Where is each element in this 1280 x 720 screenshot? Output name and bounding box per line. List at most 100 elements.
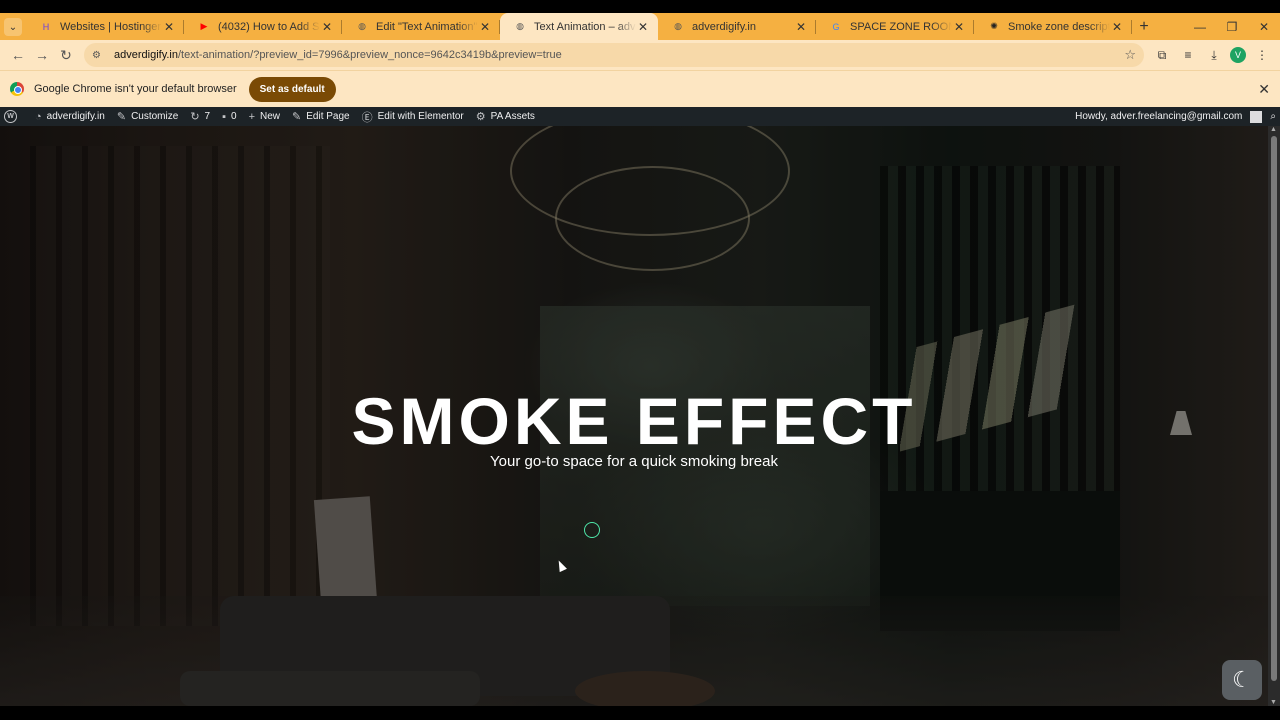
minimize-icon[interactable]: — bbox=[1184, 13, 1216, 40]
ab-edit-elementor[interactable]: Ⓔ Edit with Elementor bbox=[362, 109, 464, 125]
hostinger-icon: H bbox=[42, 21, 50, 32]
tab-3[interactable]: ◍ Text Animation – adverdigify.in✕ bbox=[500, 13, 658, 40]
ab-search-icon[interactable]: ⌕ bbox=[1270, 111, 1276, 122]
infobar-close-icon[interactable]: ✕ bbox=[1258, 81, 1270, 98]
tab-close-icon[interactable]: ✕ bbox=[794, 20, 808, 34]
ab-pa-assets-label: PA Assets bbox=[490, 111, 535, 122]
download-icon[interactable]: ⤓ bbox=[1204, 45, 1224, 65]
ab-site-name[interactable]: ◔ adverdigify.in bbox=[35, 111, 105, 123]
tab-strip: ⌄ H Websites | Hostinger ✕ ▶ (4032) How to A… bbox=[0, 13, 1280, 40]
url-host: adverdigify.in bbox=[114, 49, 178, 61]
ab-comments[interactable]: ▪ 0 bbox=[222, 111, 236, 123]
extensions-puzzle-icon[interactable]: ⧉ bbox=[1152, 45, 1172, 65]
wp-logo-menu[interactable]: W bbox=[4, 110, 23, 123]
tab-title: SPACE ZONE ROOM IMAGE - G bbox=[850, 20, 952, 33]
globe-icon: ◍ bbox=[516, 21, 524, 31]
wp-admin-bar: W ◔ adverdigify.in ✎ Customize ↻ 7 ▪ 0 + New … bbox=[0, 107, 1280, 126]
custom-cursor-ring bbox=[584, 522, 600, 538]
scroll-up-arrow-icon[interactable]: ▲ bbox=[1270, 126, 1277, 133]
ab-site-name-label: adverdigify.in bbox=[46, 111, 105, 122]
tab-title: adverdigify.in bbox=[692, 20, 756, 33]
dark-mode-moon-icon[interactable]: ☾ bbox=[1222, 660, 1262, 700]
page-scrollbar[interactable]: ▲ ▼ bbox=[1268, 126, 1280, 706]
ab-updates[interactable]: ↻ 7 bbox=[190, 110, 210, 123]
tab-4[interactable]: ◍ adverdigify.in ✕ bbox=[658, 13, 816, 40]
ab-edit-page-label: Edit Page bbox=[306, 111, 350, 122]
tab-title: Websites | Hostinger bbox=[60, 20, 162, 33]
ab-howdy[interactable]: Howdy, adver.freelancing@gmail.com bbox=[1075, 111, 1242, 122]
tab-5[interactable]: G SPACE ZONE ROOM IMAGE - G✕ bbox=[816, 13, 974, 40]
reload-icon[interactable]: ↻ bbox=[54, 43, 78, 67]
url-path: /text-animation/?preview_id=7996&preview… bbox=[178, 49, 562, 61]
hero-title: SMOKE EFFECT bbox=[351, 384, 917, 458]
ab-customize[interactable]: ✎ Customize bbox=[117, 110, 178, 123]
hero-section: SMOKE EFFECT Your go-to space for a quic… bbox=[0, 126, 1268, 706]
ab-pa-assets[interactable]: ⚙ PA Assets bbox=[476, 110, 535, 123]
ab-updates-count: 7 bbox=[204, 111, 211, 122]
tab-close-icon[interactable]: ✕ bbox=[1110, 20, 1124, 34]
window-controls: — ❐ ✕ bbox=[1184, 13, 1280, 40]
top-strip bbox=[0, 0, 1280, 13]
tab-title: (4032) How to Add Smoke Text bbox=[218, 20, 320, 33]
media-queue-icon[interactable]: ≡ bbox=[1178, 45, 1198, 65]
ab-edit-elementor-label: Edit with Elementor bbox=[377, 111, 464, 122]
ab-comments-count: 0 bbox=[231, 111, 237, 122]
forward-arrow-icon[interactable]: → bbox=[30, 43, 54, 67]
tabs-container: H Websites | Hostinger ✕ ▶ (4032) How to Add… bbox=[26, 13, 1132, 40]
site-info-icon[interactable]: ⚙ bbox=[92, 50, 108, 61]
elementor-icon: Ⓔ bbox=[361, 111, 373, 124]
tab-0[interactable]: H Websites | Hostinger ✕ bbox=[26, 13, 184, 40]
hero-subtitle: Your go-to space for a quick smoking bre… bbox=[490, 453, 778, 470]
address-bar[interactable]: ⚙ adverdigify.in/text-animation/?preview… bbox=[84, 43, 1144, 67]
profile-avatar[interactable]: V bbox=[1230, 47, 1246, 63]
kebab-menu-icon[interactable]: ⋮ bbox=[1252, 45, 1272, 65]
wordpress-logo-icon: W bbox=[4, 110, 17, 123]
ab-customize-label: Customize bbox=[131, 111, 179, 122]
default-browser-infobar: Google Chrome isn't your default browser… bbox=[0, 70, 1280, 107]
tab-title: Text Animation – adverdigify.in bbox=[534, 20, 636, 33]
bottom-strip bbox=[0, 706, 1280, 720]
bookmark-star-icon[interactable]: ☆ bbox=[1124, 47, 1136, 63]
tab-separator bbox=[1131, 20, 1132, 34]
gear-icon: ⚙ bbox=[475, 111, 486, 123]
youtube-icon: ▶ bbox=[200, 21, 208, 31]
ab-new-label: New bbox=[260, 111, 281, 122]
ab-new[interactable]: + New bbox=[249, 111, 280, 123]
dashboard-gauge-icon: ◔ bbox=[35, 110, 42, 123]
tab-close-icon[interactable]: ✕ bbox=[952, 20, 966, 34]
restore-icon[interactable]: ❐ bbox=[1216, 13, 1248, 40]
tab-close-icon[interactable]: ✕ bbox=[636, 20, 650, 34]
pencil-icon: ✎ bbox=[292, 111, 302, 123]
set-as-default-button[interactable]: Set as default bbox=[248, 76, 336, 102]
paintbrush-icon: ✎ bbox=[116, 111, 127, 123]
back-arrow-icon[interactable]: ← bbox=[6, 43, 30, 67]
tab-close-icon[interactable]: ✕ bbox=[478, 20, 492, 34]
tab-close-icon[interactable]: ✕ bbox=[162, 20, 176, 34]
tab-6[interactable]: ✺ Smoke zone descriptions✕ bbox=[974, 13, 1132, 40]
tab-title: Edit "Text Animation" with Elementor bbox=[376, 20, 478, 33]
ab-right-group: Howdy, adver.freelancing@gmail.com ⌕ bbox=[1075, 110, 1276, 123]
toolbar-icons: ⧉ ≡ ⤓ V ⋮ bbox=[1152, 45, 1272, 65]
comment-bubble-icon: ▪ bbox=[222, 110, 226, 123]
screen: ⌄ H Websites | Hostinger ✕ ▶ (4032) How to A… bbox=[0, 0, 1280, 720]
globe-icon: ◍ bbox=[358, 21, 366, 31]
tab-search-chevron-icon[interactable]: ⌄ bbox=[4, 18, 22, 36]
chatgpt-icon: ✺ bbox=[990, 21, 998, 31]
tab-1[interactable]: ▶ (4032) How to Add Smoke Text✕ bbox=[184, 13, 342, 40]
google-icon: G bbox=[832, 21, 840, 32]
ab-user-avatar[interactable] bbox=[1250, 110, 1263, 123]
new-tab-plus-icon[interactable]: + bbox=[1132, 13, 1156, 40]
scroll-thumb[interactable] bbox=[1271, 136, 1277, 681]
tab-2[interactable]: ◍ Edit "Text Animation" with Elementor✕ bbox=[342, 13, 500, 40]
tab-title: Smoke zone descriptions bbox=[1008, 20, 1110, 33]
scroll-down-arrow-icon[interactable]: ▼ bbox=[1270, 699, 1277, 706]
browser-toolbar: ← → ↻ ⚙ adverdigify.in/text-animation/?p… bbox=[0, 40, 1280, 70]
ab-edit-page[interactable]: ✎ Edit Page bbox=[292, 110, 350, 123]
globe-icon: ◍ bbox=[674, 21, 682, 31]
close-window-icon[interactable]: ✕ bbox=[1248, 13, 1280, 40]
plus-icon: + bbox=[248, 110, 255, 123]
tab-close-icon[interactable]: ✕ bbox=[320, 20, 334, 34]
infobar-message: Google Chrome isn't your default browser bbox=[34, 83, 237, 95]
updates-refresh-icon: ↻ bbox=[190, 111, 200, 123]
chrome-logo-icon bbox=[10, 82, 24, 96]
